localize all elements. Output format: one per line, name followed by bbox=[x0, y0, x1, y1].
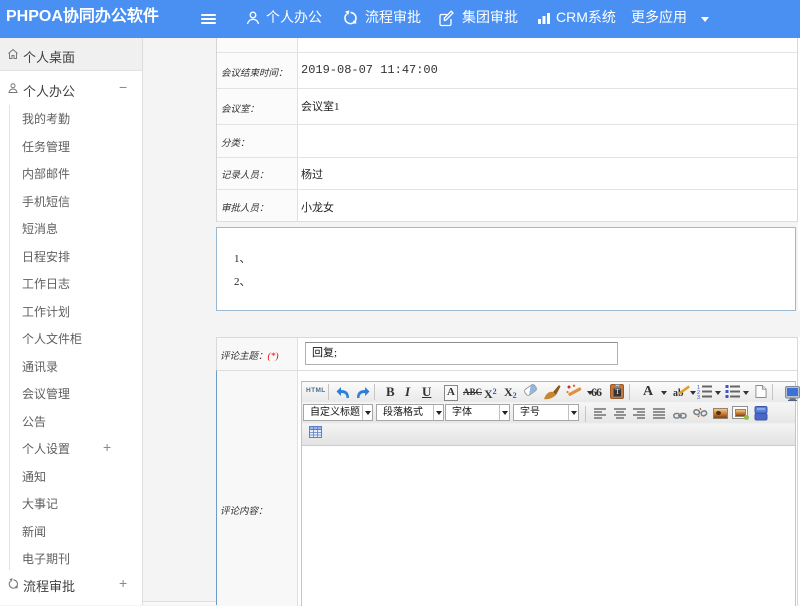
svg-text:3: 3 bbox=[697, 395, 700, 399]
